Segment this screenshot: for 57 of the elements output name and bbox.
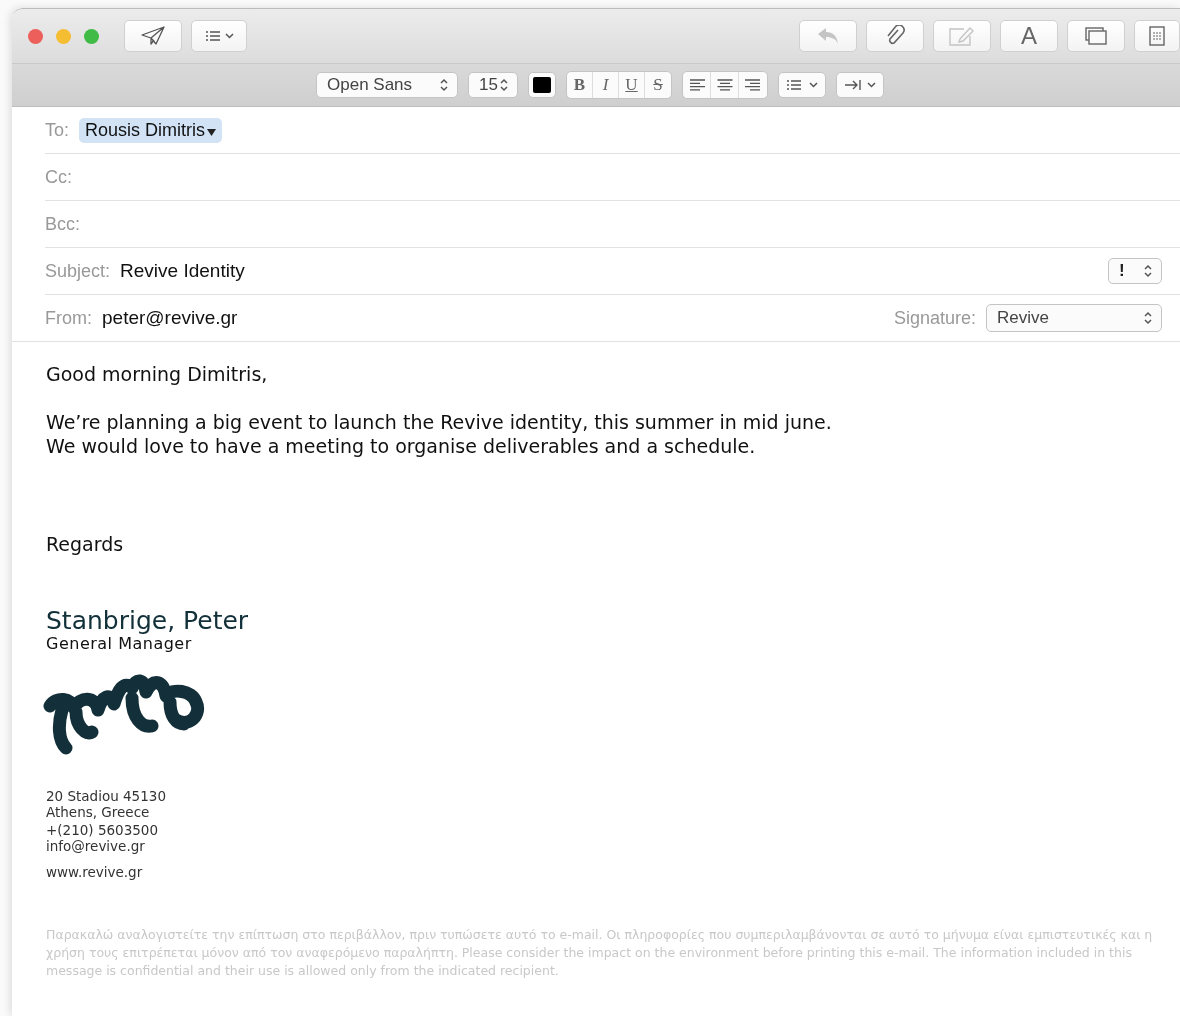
paperclip-icon <box>885 25 905 47</box>
zoom-button[interactable] <box>84 28 99 44</box>
greeting-text: Good morning Dimitris, <box>46 362 269 386</box>
close-button[interactable] <box>28 28 43 44</box>
signature-role: General Manager <box>46 636 193 652</box>
signature-name: Stanbrige, Peter <box>46 606 250 636</box>
reply-arrow-icon <box>816 27 840 45</box>
subject-label: Subject: <box>45 260 111 282</box>
to-label: To: <box>45 119 69 141</box>
website-link[interactable]: www.revive.gr <box>46 864 1180 880</box>
indent-button[interactable] <box>836 72 884 98</box>
address-text: 20 Stadiou 45130 Athens, Greece <box>46 788 167 820</box>
from-label: From: <box>45 307 92 329</box>
stepper-icon <box>1143 264 1153 278</box>
bold-button[interactable]: B <box>567 72 593 98</box>
signature-label: Signature: <box>893 307 976 329</box>
paper-plane-icon <box>141 26 165 46</box>
send-button[interactable] <box>124 20 182 52</box>
attach-button[interactable] <box>866 20 924 52</box>
signature-select[interactable]: Revive <box>986 304 1162 332</box>
strikethrough-button[interactable]: S <box>645 72 671 98</box>
align-right-icon <box>745 79 761 91</box>
align-center-icon <box>716 79 733 91</box>
list-icon <box>786 79 802 91</box>
size-select[interactable]: 15 <box>468 72 518 98</box>
stepper-icon <box>439 78 449 92</box>
align-left-icon <box>688 79 705 91</box>
font-select[interactable]: Open Sans <box>316 72 458 98</box>
header-fields-button[interactable] <box>191 20 247 52</box>
closing-text: Regards <box>46 532 125 556</box>
list-icon <box>204 30 221 42</box>
email-link[interactable]: info@revive.gr <box>46 838 1180 854</box>
chevron-down-icon <box>867 82 876 88</box>
caret-icon <box>207 128 217 136</box>
subject-field[interactable]: Revive Identity <box>120 260 1098 282</box>
bcc-label: Bcc: <box>45 213 80 235</box>
document-icon <box>1149 26 1165 46</box>
chevron-down-icon <box>224 33 234 39</box>
template-button[interactable] <box>1134 20 1180 52</box>
color-well[interactable] <box>528 72 556 98</box>
cc-label: Cc: <box>45 166 72 188</box>
from-value[interactable]: peter@revive.gr <box>102 307 884 329</box>
stepper-icon <box>499 78 509 92</box>
window-button[interactable] <box>1067 20 1125 52</box>
chevron-down-icon <box>809 82 818 88</box>
italic-button[interactable]: I <box>593 72 619 98</box>
fonts-button[interactable]: A <box>1000 20 1058 52</box>
indent-icon <box>844 79 862 91</box>
message-paragraph: We’re planning a big event to launch the Revive identity, this summer in mid june. We would love to have a meeting to organise deliverables and a schedule. <box>46 410 833 458</box>
pencil-frame-icon <box>948 26 976 46</box>
list-style-button[interactable] <box>778 72 826 98</box>
recipient-token[interactable]: Rousis Dimitris <box>79 117 223 143</box>
underline-button[interactable]: U <box>619 72 645 98</box>
priority-select[interactable]: ! <box>1108 258 1162 284</box>
stepper-icon <box>1143 311 1153 325</box>
phone-text: +(210) 5603500 <box>46 822 160 838</box>
windows-icon <box>1085 27 1107 45</box>
